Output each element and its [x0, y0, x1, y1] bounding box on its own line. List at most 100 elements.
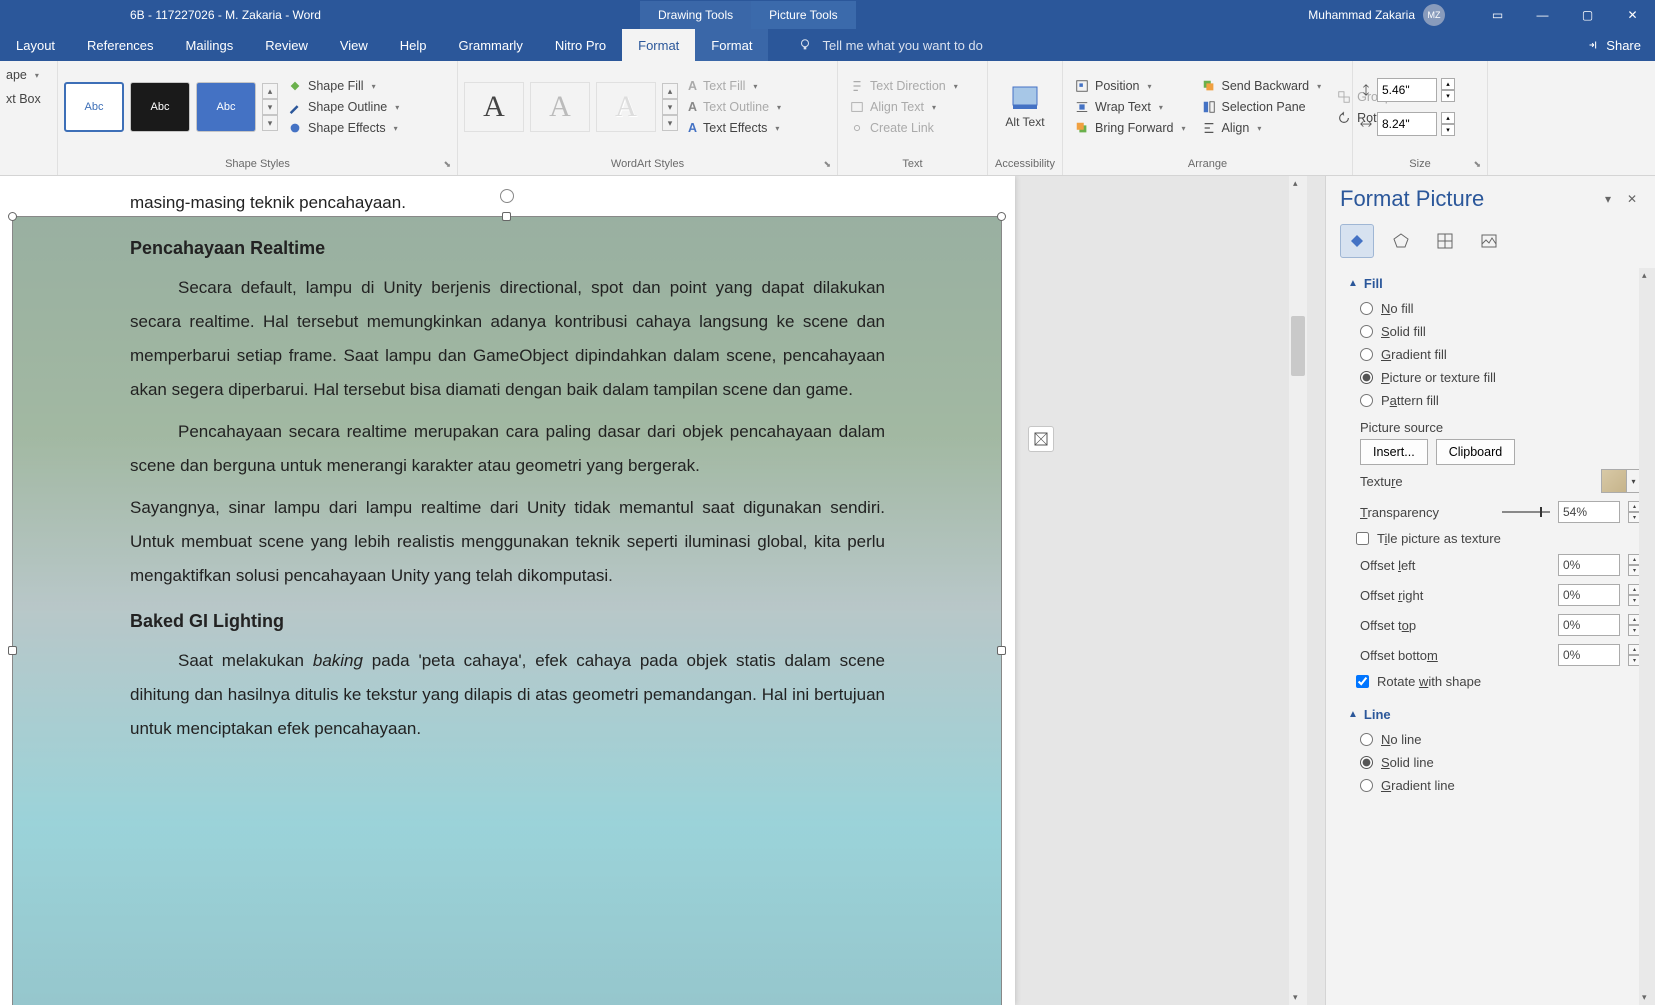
no-line-radio[interactable]: No line	[1348, 728, 1641, 751]
size-launcher[interactable]: ⬊	[1473, 159, 1481, 170]
shape-outline-button[interactable]: Shape Outline▾	[282, 97, 405, 117]
height-field[interactable]	[1377, 78, 1437, 102]
picture-tools-tab[interactable]: Picture Tools	[751, 1, 855, 29]
fill-section-header[interactable]: ▲Fill	[1348, 276, 1641, 291]
effects-tab[interactable]	[1384, 224, 1418, 258]
gallery-nav[interactable]: ▴▾▾	[262, 83, 278, 131]
width-input[interactable]: ▴▾	[1359, 112, 1455, 136]
paragraph[interactable]: Sayangnya, sinar lampu dari lampu realti…	[130, 491, 885, 593]
text-effects-button[interactable]: AText Effects▾	[682, 118, 787, 138]
tab-view[interactable]: View	[324, 29, 384, 61]
shape-style-preset-1[interactable]: Abc	[64, 82, 124, 132]
shape-style-preset-3[interactable]: Abc	[196, 82, 256, 132]
paragraph[interactable]: Secara default, lampu di Unity berjenis …	[130, 271, 885, 407]
share-button[interactable]: Share	[1586, 29, 1641, 61]
gradient-line-radio[interactable]: Gradient line	[1348, 774, 1641, 797]
shape-fill-button[interactable]: Shape Fill▾	[282, 76, 405, 96]
shape-styles-launcher[interactable]: ⬊	[443, 159, 451, 170]
tab-review[interactable]: Review	[249, 29, 324, 61]
shape-style-preset-2[interactable]: Abc	[130, 82, 190, 132]
drawing-tools-tab[interactable]: Drawing Tools	[640, 1, 751, 29]
heading-realtime[interactable]: Pencahayaan Realtime	[130, 238, 885, 259]
alt-text-button[interactable]: Alt Text	[998, 84, 1053, 129]
tab-references[interactable]: References	[71, 29, 169, 61]
page[interactable]: masing-masing teknik pencahayaan. Pencah…	[0, 176, 1015, 1005]
tile-checkbox[interactable]: Tile picture as texture	[1348, 527, 1641, 550]
insert-picture-button[interactable]: Insert...	[1360, 439, 1428, 465]
selection-pane-button[interactable]: Selection Pane	[1196, 97, 1328, 117]
link-icon	[850, 121, 864, 135]
align-text-button[interactable]: Align Text▾	[844, 97, 964, 117]
transparency-label: Transparency	[1360, 505, 1494, 520]
document-area[interactable]: masing-masing teknik pencahayaan. Pencah…	[0, 176, 1325, 1005]
wordart-preset-3[interactable]: A	[596, 82, 656, 132]
tab-layout[interactable]: Layout	[0, 29, 71, 61]
picture-tab[interactable]	[1472, 224, 1506, 258]
pen-outline-icon	[288, 100, 302, 114]
height-input[interactable]: ▴▾	[1359, 78, 1455, 102]
clipboard-button[interactable]: Clipboard	[1436, 439, 1516, 465]
offset-right-value[interactable]: 0%	[1558, 584, 1620, 606]
layout-options-button[interactable]	[1028, 426, 1054, 452]
shape-effects-button[interactable]: Shape Effects▾	[282, 118, 405, 138]
pattern-fill-radio[interactable]: Pattern fill	[1348, 389, 1641, 412]
close-button[interactable]: ✕	[1610, 0, 1655, 29]
pane-scrollbar[interactable]: ▴ ▾	[1639, 268, 1655, 1005]
rotate-with-shape-checkbox[interactable]: Rotate with shape	[1348, 670, 1641, 693]
no-fill-radio[interactable]: No fill	[1348, 297, 1641, 320]
picture-icon	[1479, 231, 1499, 251]
bring-forward-button[interactable]: Bring Forward▾	[1069, 118, 1192, 138]
picture-fill-radio[interactable]: Picture or texture fill	[1348, 366, 1641, 389]
layout-tab[interactable]	[1428, 224, 1462, 258]
shapes-dropdown[interactable]: ape▾	[0, 65, 45, 85]
align-button[interactable]: Align▾	[1196, 118, 1328, 138]
maximize-button[interactable]: ▢	[1565, 0, 1610, 29]
minimize-button[interactable]: —	[1520, 0, 1565, 29]
tab-nitro-pro[interactable]: Nitro Pro	[539, 29, 622, 61]
solid-line-radio[interactable]: Solid line	[1348, 751, 1641, 774]
tab-drawing-format[interactable]: Format	[622, 29, 695, 61]
text-box-button[interactable]: xt Box	[0, 89, 47, 109]
transparency-slider[interactable]	[1502, 511, 1550, 513]
transparency-value[interactable]: 54%	[1558, 501, 1620, 523]
pane-close-button[interactable]: ✕	[1623, 192, 1641, 206]
wrap-text-button[interactable]: Wrap Text▾	[1069, 97, 1192, 117]
line-section-header[interactable]: ▲Line	[1348, 707, 1641, 722]
tab-mailings[interactable]: Mailings	[170, 29, 250, 61]
text-outline-button[interactable]: AText Outline▾	[682, 97, 787, 117]
scroll-thumb[interactable]	[1291, 316, 1305, 376]
text-direction-icon	[850, 79, 864, 93]
paragraph[interactable]: Saat melakukan baking pada 'peta cahaya'…	[130, 644, 885, 746]
tab-help[interactable]: Help	[384, 29, 443, 61]
scroll-down-icon[interactable]: ▾	[1293, 992, 1298, 1003]
tab-picture-format[interactable]: Format	[695, 29, 768, 61]
offset-bottom-value[interactable]: 0%	[1558, 644, 1620, 666]
width-field[interactable]	[1377, 112, 1437, 136]
send-backward-button[interactable]: Send Backward▾	[1196, 76, 1328, 96]
ribbon-display-icon[interactable]: ▭	[1475, 0, 1520, 29]
offset-left-value[interactable]: 0%	[1558, 554, 1620, 576]
paragraph[interactable]: masing-masing teknik pencahayaan.	[130, 186, 885, 220]
vertical-scrollbar[interactable]: ▴ ▾	[1289, 176, 1307, 1005]
paragraph[interactable]: Pencahayaan secara realtime merupakan ca…	[130, 415, 885, 483]
wordart-preset-1[interactable]: A	[464, 82, 524, 132]
shape-style-gallery[interactable]: Abc Abc Abc	[64, 82, 256, 132]
wordart-preset-2[interactable]: A	[530, 82, 590, 132]
wordart-gallery-nav[interactable]: ▴▾▾	[662, 83, 678, 131]
heading-baked[interactable]: Baked GI Lighting	[130, 611, 885, 632]
position-button[interactable]: Position▾	[1069, 76, 1192, 96]
wordart-gallery[interactable]: A A A	[464, 82, 656, 132]
texture-picker[interactable]: ▾	[1601, 469, 1641, 493]
offset-top-value[interactable]: 0%	[1558, 614, 1620, 636]
tab-grammarly[interactable]: Grammarly	[443, 29, 539, 61]
tell-me-search[interactable]: Tell me what you want to do	[798, 29, 982, 61]
scroll-up-icon[interactable]: ▴	[1293, 178, 1298, 189]
fill-line-tab[interactable]	[1340, 224, 1374, 258]
solid-fill-radio[interactable]: Solid fill	[1348, 320, 1641, 343]
wordart-launcher[interactable]: ⬊	[823, 159, 831, 170]
text-fill-button[interactable]: AText Fill▾	[682, 76, 787, 96]
gradient-fill-radio[interactable]: Gradient fill	[1348, 343, 1641, 366]
text-direction-button[interactable]: Text Direction▾	[844, 76, 964, 96]
account-info[interactable]: Muhammad Zakaria MZ	[1308, 4, 1445, 26]
pane-options-button[interactable]: ▾	[1599, 192, 1617, 206]
